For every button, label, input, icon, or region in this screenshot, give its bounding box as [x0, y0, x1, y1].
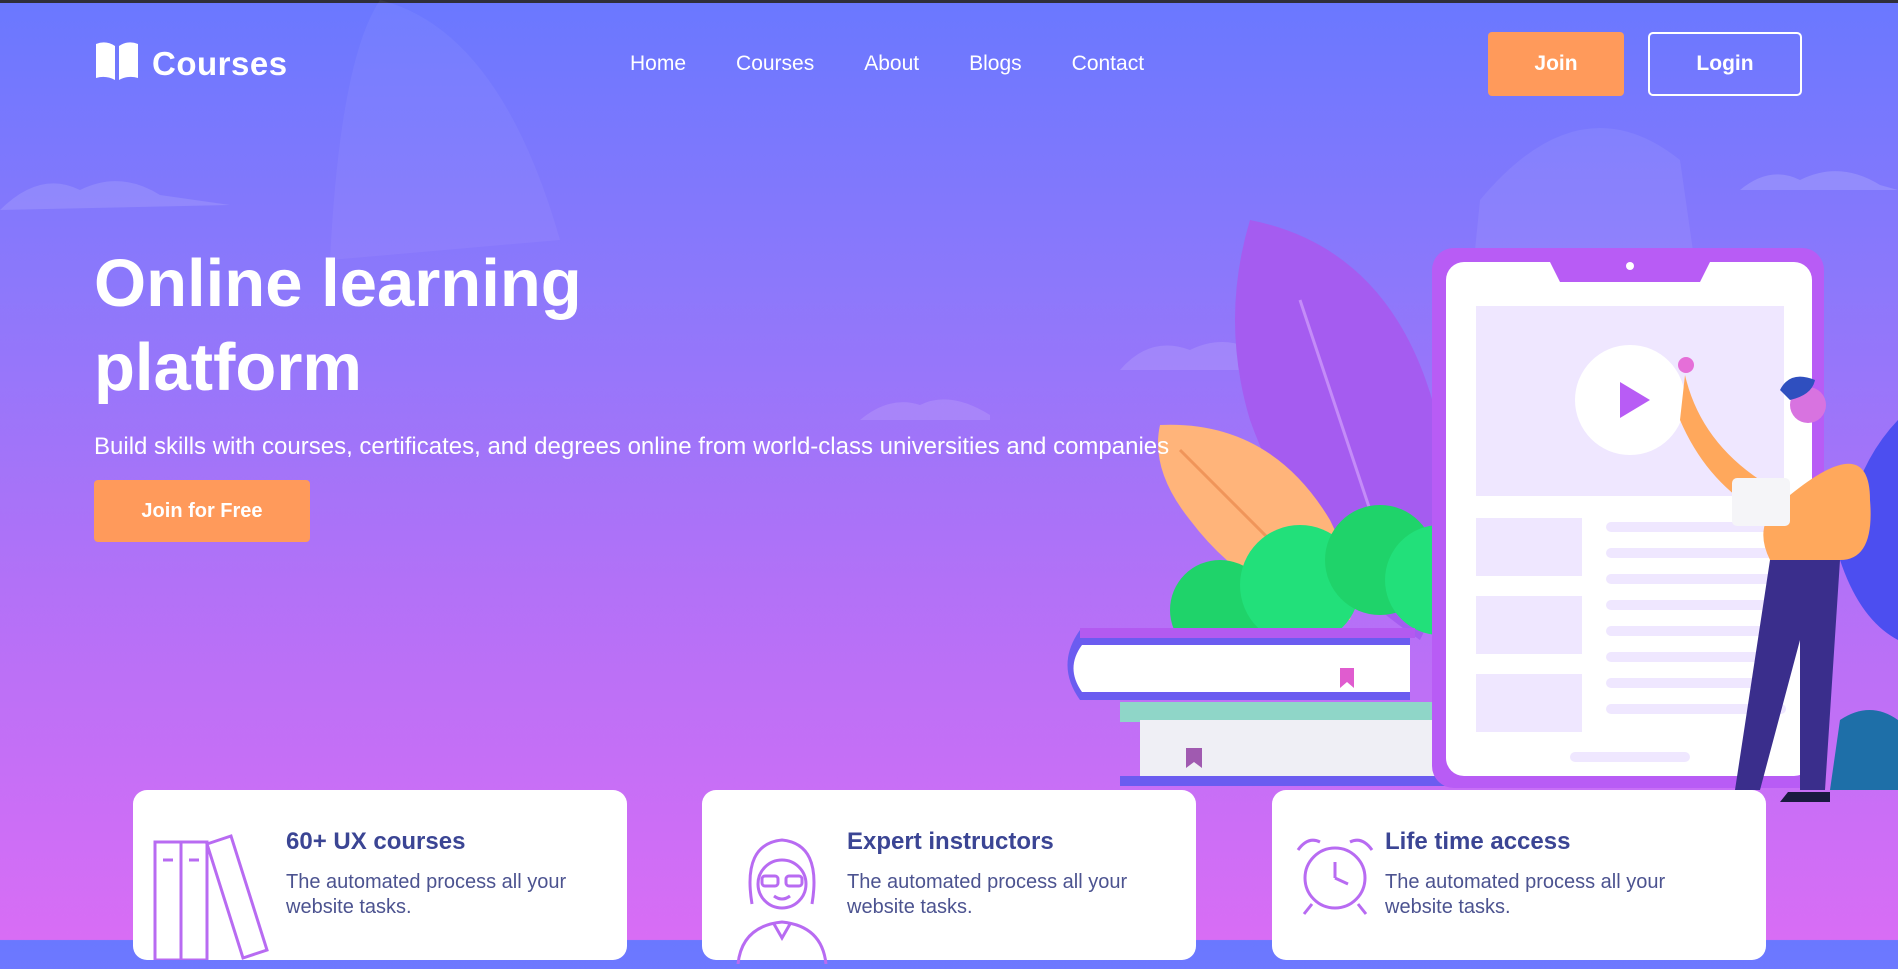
feature-title: Life time access: [1385, 828, 1571, 855]
nav-blogs[interactable]: Blogs: [969, 52, 1022, 76]
feature-card-instructors: Expert instructors The automated process…: [702, 790, 1196, 965]
books-icon: [151, 830, 271, 965]
nav-about[interactable]: About: [864, 52, 919, 76]
hero-subtitle: Build skills with courses, certificates,…: [94, 433, 1170, 460]
instructor-icon: [732, 834, 832, 969]
nav-courses[interactable]: Courses: [736, 52, 814, 76]
join-for-free-button[interactable]: Join for Free: [94, 480, 310, 542]
alarm-clock-icon: [1294, 834, 1376, 923]
feature-card-access: Life time access The automated process a…: [1272, 790, 1766, 960]
open-book-icon: [94, 40, 140, 87]
join-button[interactable]: Join: [1488, 32, 1624, 96]
hero-title: Online learning platform: [94, 246, 582, 405]
nav-home[interactable]: Home: [630, 52, 686, 76]
feature-description: The automated process all your website t…: [1385, 871, 1666, 918]
main-nav: Home Courses About Blogs Contact: [630, 52, 1144, 76]
brand-name: Courses: [152, 44, 288, 82]
nav-contact[interactable]: Contact: [1072, 52, 1144, 76]
feature-description: The automated process all your website t…: [847, 871, 1128, 918]
feature-description: The automated process all your website t…: [286, 871, 567, 918]
brand-logo[interactable]: Courses: [94, 40, 288, 87]
feature-card-courses: 60+ UX courses The automated process all…: [133, 790, 627, 962]
feature-title: 60+ UX courses: [286, 828, 466, 855]
feature-title: Expert instructors: [847, 828, 1054, 855]
login-button[interactable]: Login: [1648, 32, 1802, 96]
